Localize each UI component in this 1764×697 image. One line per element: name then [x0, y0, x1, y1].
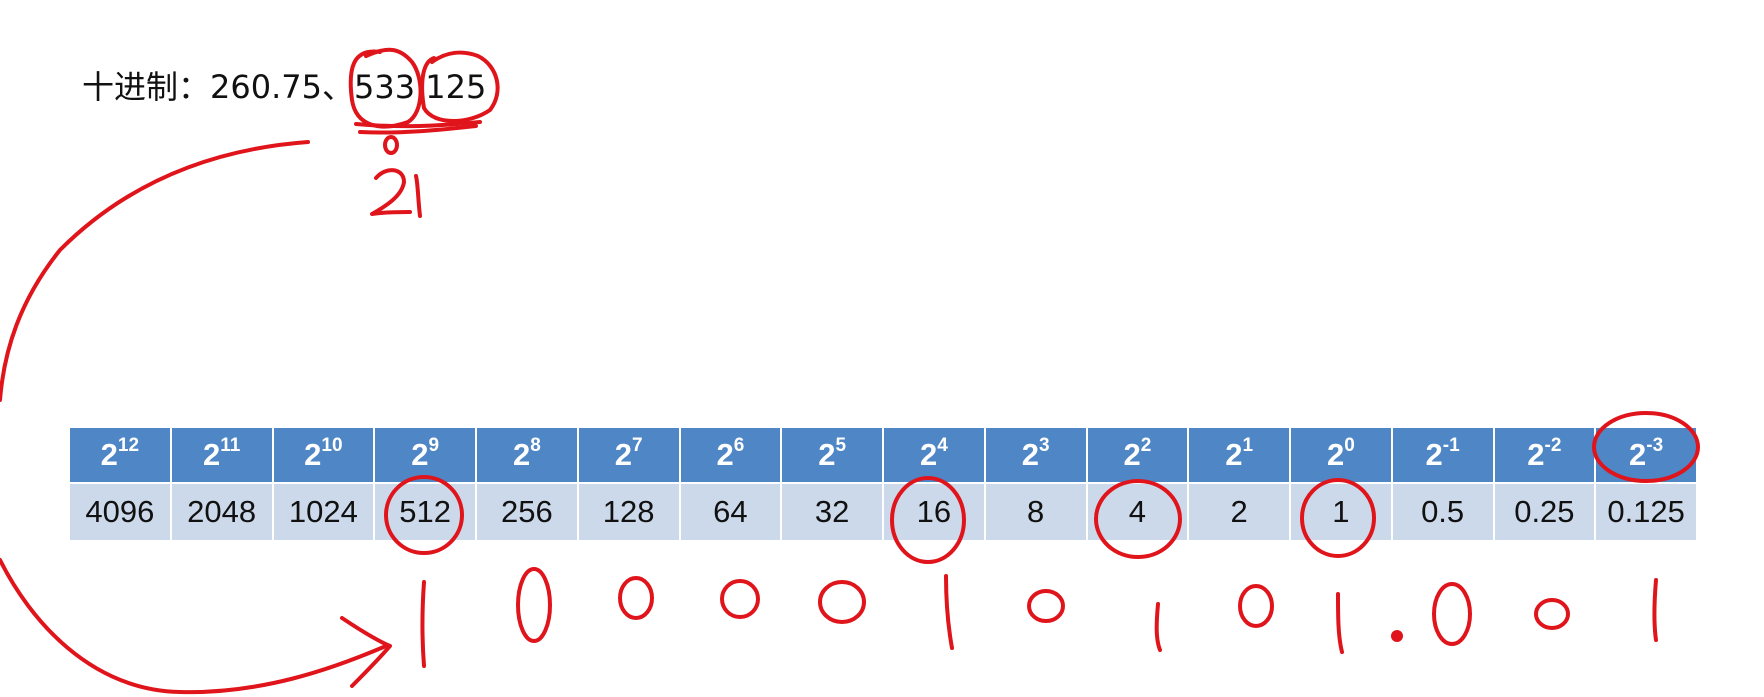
power-cell: 22: [1085, 426, 1190, 484]
value-cell: 0.125: [1594, 482, 1698, 542]
handwritten-1-mark: [414, 174, 422, 218]
value-cell: 2048: [169, 482, 274, 542]
power-cell: 20: [1289, 426, 1393, 484]
value-cell: 2: [1187, 482, 1291, 542]
decimal-point-mark: [1391, 630, 1403, 642]
value-cell: 256: [475, 482, 579, 542]
value-cell: 4: [1085, 482, 1190, 542]
table-value-row: 4096 2048 1024 512 256 128 64 32 16 8 4 …: [68, 482, 1698, 542]
power-cell: 212: [68, 426, 172, 484]
title-label: 十进制：: [82, 68, 211, 106]
value-cell: 8: [983, 482, 1088, 542]
digit-1-mark: [1154, 602, 1162, 652]
underline-mark: [354, 120, 482, 129]
handwritten-zero-mark: [383, 135, 399, 155]
title-numbers: 260.75、533.125: [210, 68, 487, 106]
power-cell: 25: [780, 426, 884, 484]
power-cell: 23: [983, 426, 1088, 484]
value-cell: 0.25: [1492, 482, 1597, 542]
digit-0-mark: [1432, 582, 1472, 646]
value-cell: 1024: [271, 482, 376, 542]
digit-1-mark: [944, 574, 954, 650]
arrowhead-mark: [340, 616, 392, 688]
table-header-row: 212 211 210 29 28 27 26 25 24 23 22 21 2…: [68, 426, 1698, 484]
digit-1-mark: [1336, 592, 1344, 654]
digit-0-mark: [720, 579, 760, 619]
value-cell: 16: [882, 482, 986, 542]
power-cell: 210: [271, 426, 376, 484]
handwritten-2-mark: [370, 168, 412, 216]
value-cell: 4096: [68, 482, 172, 542]
value-cell: 128: [576, 482, 681, 542]
arrow-arc-mark: [0, 558, 388, 695]
power-cell: 2-2: [1492, 426, 1597, 484]
value-cell: 64: [678, 482, 783, 542]
power-cell: 24: [882, 426, 986, 484]
power-cell: 29: [373, 426, 477, 484]
digit-0-mark: [618, 576, 654, 620]
value-cell: 512: [373, 482, 477, 542]
digit-0-mark: [516, 567, 552, 643]
digit-0-mark: [1534, 598, 1570, 630]
value-cell: 32: [780, 482, 884, 542]
value-cell: 1: [1289, 482, 1393, 542]
power-cell: 21: [1187, 426, 1291, 484]
power-cell: 2-1: [1390, 426, 1495, 484]
digit-0-mark: [818, 580, 866, 624]
underline-mark: [358, 124, 478, 135]
digit-1-mark: [420, 580, 426, 668]
power-cell: 28: [475, 426, 579, 484]
power-cell: 26: [678, 426, 783, 484]
value-cell: 0.5: [1390, 482, 1495, 542]
digit-0-mark: [1238, 584, 1274, 628]
power-cell: 211: [169, 426, 274, 484]
arrow-arc-mark: [0, 140, 310, 402]
powers-of-two-table: 212 211 210 29 28 27 26 25 24 23 22 21 2…: [68, 426, 1698, 542]
power-cell: 2-3: [1594, 426, 1698, 484]
decimal-title: 十进制：260.75、533.125: [82, 62, 486, 108]
power-cell: 27: [576, 426, 681, 484]
digit-0-mark: [1027, 589, 1065, 623]
digit-1-mark: [1652, 578, 1658, 642]
